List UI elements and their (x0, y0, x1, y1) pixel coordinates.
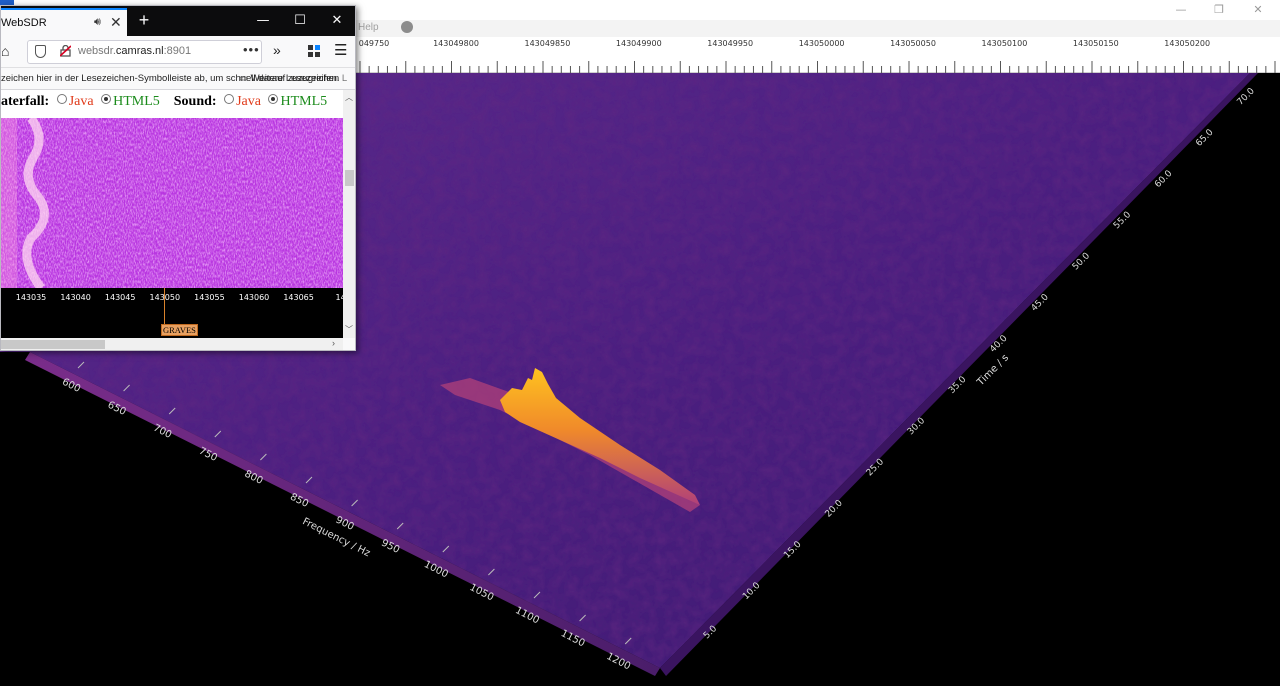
y-axis-label: Time / s (975, 352, 1011, 388)
tab-close-icon[interactable]: ✕ (110, 14, 122, 31)
graves-marker-line (164, 288, 165, 326)
sound-label: Sound: (173, 94, 217, 109)
folder-icon: ▭ (239, 73, 248, 84)
waterfall-sound-controls: aterfall: Java HTML5 Sound: Java HTML5 (1, 94, 327, 110)
vertical-scrollbar[interactable]: ︿ ﹀ (343, 90, 355, 338)
sound-html5-label[interactable]: HTML5 (280, 94, 327, 109)
mini-frequency-axis: 1430351430401430451430501430551430601430… (1, 288, 343, 338)
horizontal-scrollbar[interactable]: › (1, 338, 343, 350)
scroll-down-icon[interactable]: ﹀ (345, 324, 353, 335)
screen: — ❐ ✕ Help 049750 143049800 143049850 14304… (0, 0, 1280, 686)
scroll-up-icon[interactable]: ︿ (345, 92, 353, 103)
websdr-page: aterfall: Java HTML5 Sound: Java HTML5 1… (1, 90, 343, 338)
shield-icon[interactable] (35, 45, 46, 58)
minimize-icon[interactable]: — (253, 11, 273, 31)
page-actions-icon[interactable]: ••• (243, 42, 260, 57)
waterfall-html5-label[interactable]: HTML5 (113, 94, 160, 109)
browser-window: WebSDR 🔊︎ ✕ + — ☐ ✕ ⌂ websdr.camras.nl:8… (0, 5, 356, 351)
hamburger-menu-icon[interactable]: ☰ (334, 41, 347, 59)
tab-title: WebSDR (1, 17, 47, 29)
mini-tick-label: 143055 (194, 293, 225, 302)
sound-java-radio[interactable] (224, 94, 235, 104)
extensions-icon[interactable] (307, 44, 321, 58)
url-bar[interactable]: websdr.camras.nl:8901 ••• (27, 40, 262, 64)
mini-tick-label: 143 (335, 293, 343, 302)
mini-tick-label: 143040 (60, 293, 91, 302)
mini-tick-label: 143035 (15, 293, 47, 302)
sound-html5-radio[interactable] (268, 94, 279, 104)
maximize-icon[interactable]: ☐ (290, 11, 310, 31)
speaker-icon[interactable]: 🔊︎ (94, 16, 101, 29)
bookmarks-toolbar: zeichen hier in der Lesezeichen-Symbolle… (1, 68, 355, 90)
mini-tick-label: 143045 (104, 293, 136, 302)
tab-strip: WebSDR 🔊︎ ✕ + — ☐ ✕ (1, 6, 355, 36)
url-domain: camras.nl (115, 45, 164, 57)
tab-websdr[interactable]: WebSDR 🔊︎ ✕ (1, 8, 127, 36)
graves-marker[interactable]: GRAVES (161, 324, 198, 336)
new-tab-icon[interactable]: + (135, 9, 153, 31)
mini-tick-label: 143065 (283, 293, 314, 302)
scroll-right-icon[interactable]: › (332, 338, 335, 348)
url-text: websdr.camras.nl:8901 (78, 45, 191, 57)
vertical-scroll-thumb[interactable] (345, 170, 354, 186)
waterfall-label: aterfall: (1, 94, 50, 109)
close-icon[interactable]: ✕ (327, 11, 347, 31)
mini-tick-label: 143060 (238, 293, 270, 302)
home-icon[interactable]: ⌂ (1, 43, 9, 59)
overflow-chevron-icon[interactable]: » (273, 42, 281, 58)
other-bookmarks-button[interactable]: ▭ Weitere Lesezeichen L (239, 73, 347, 84)
other-bookmarks-label: Weitere Lesezeichen (250, 73, 340, 84)
navigation-bar: ⌂ websdr.camras.nl:8901 ••• » ☰ (1, 36, 355, 68)
waterfall-java-label[interactable]: Java (69, 94, 94, 109)
url-host: websdr. (78, 45, 116, 57)
mini-waterfall[interactable] (1, 118, 343, 288)
waterfall-java-radio[interactable] (56, 94, 67, 104)
sound-java-label[interactable]: Java (236, 94, 261, 109)
waterfall-html5-radio[interactable] (101, 94, 112, 104)
url-port: :8901 (163, 45, 192, 57)
bookmarks-tail: L (341, 73, 348, 84)
horizontal-scroll-thumb[interactable] (1, 340, 105, 349)
mini-waterfall-image (1, 118, 343, 288)
insecure-lock-icon[interactable] (60, 45, 71, 57)
